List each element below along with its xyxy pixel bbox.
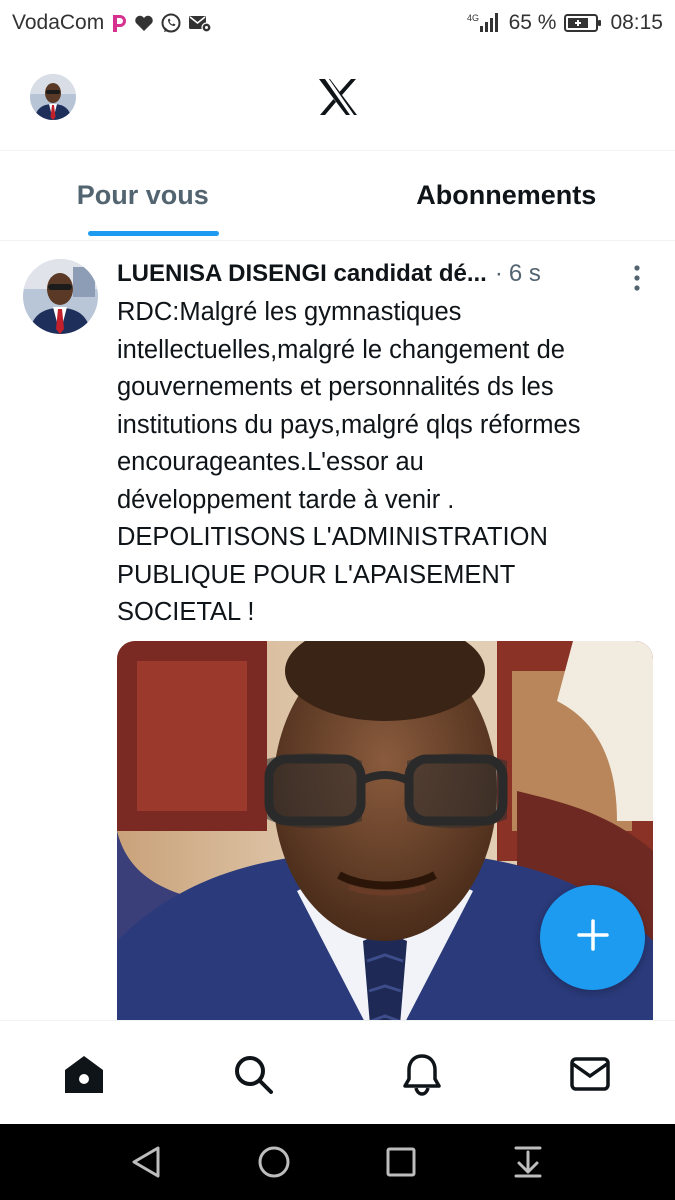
search-icon[interactable]	[230, 1051, 276, 1097]
battery-charging-icon	[564, 13, 602, 33]
android-system-navigation	[0, 1124, 675, 1200]
active-tab-indicator	[88, 231, 219, 236]
heart-icon	[134, 14, 154, 32]
plus-icon	[576, 918, 610, 957]
tab-pour-vous[interactable]: Pour vous	[0, 151, 338, 240]
tweet-author-avatar[interactable]	[23, 259, 98, 334]
tweet-text-line: PUBLIQUE POUR L'APAISEMENT	[117, 560, 516, 589]
more-options-icon[interactable]	[630, 263, 644, 293]
tweet-text-line: institutions du pays,malgré qlqs réforme…	[117, 410, 581, 439]
carrier-name: VodaCom	[12, 11, 105, 34]
notification-pulldown-icon[interactable]	[508, 1142, 548, 1182]
tab-abonnements[interactable]: Abonnements	[338, 151, 675, 240]
tweet-author-name[interactable]: LUENISA DISENGI candidat dé...	[117, 260, 487, 288]
tweet-separator: ·	[494, 260, 503, 287]
status-bar: VodaCom 4G 65 % 08:15	[0, 0, 675, 46]
clock: 08:15	[610, 11, 663, 34]
app-header	[0, 46, 675, 150]
battery-percent: 65 %	[508, 11, 557, 34]
whatsapp-icon	[160, 12, 182, 34]
message-settings-icon	[188, 13, 212, 33]
notifications-bell-icon[interactable]	[399, 1051, 445, 1097]
tab-label: Pour vous	[76, 180, 209, 210]
messages-envelope-icon[interactable]	[567, 1051, 613, 1097]
compose-tweet-button[interactable]	[540, 885, 645, 990]
tweet-timestamp[interactable]: 6 s	[509, 260, 541, 288]
tweet-text-line: développement tarde à venir .	[117, 485, 455, 514]
tweet-text-line: DEPOLITISONS L'ADMINISTRATION	[117, 523, 548, 551]
tab-label: Abonnements	[416, 180, 597, 210]
tweet-text-line: encourageantes.L'essor au	[117, 448, 424, 476]
signal-icon: 4G	[467, 12, 501, 34]
back-icon[interactable]	[126, 1142, 166, 1182]
tweet-text-line: intellectuelles,malgré le changement de	[117, 335, 565, 364]
bottom-navigation	[0, 1020, 675, 1124]
x-logo-icon	[318, 78, 358, 116]
p-app-icon	[110, 13, 128, 33]
tweet-header: LUENISA DISENGI candidat dé... · 6 s	[117, 257, 637, 291]
tweet-text-line: gouvernements et personnalités ds les	[117, 373, 554, 401]
profile-avatar[interactable]	[30, 74, 76, 120]
tweet-text-line: SOCIETAL !	[117, 598, 255, 626]
tweet-text: RDC:Malgré les gymnastiques intellectuel…	[117, 294, 665, 632]
home-icon[interactable]	[61, 1051, 107, 1097]
home-circle-icon[interactable]	[254, 1142, 294, 1182]
timeline-tabs: Pour vous Abonnements	[0, 150, 675, 241]
tweet-text-line: RDC:Malgré les gymnastiques	[117, 298, 462, 326]
recents-icon[interactable]	[381, 1142, 421, 1182]
network-type: 4G	[467, 13, 479, 23]
